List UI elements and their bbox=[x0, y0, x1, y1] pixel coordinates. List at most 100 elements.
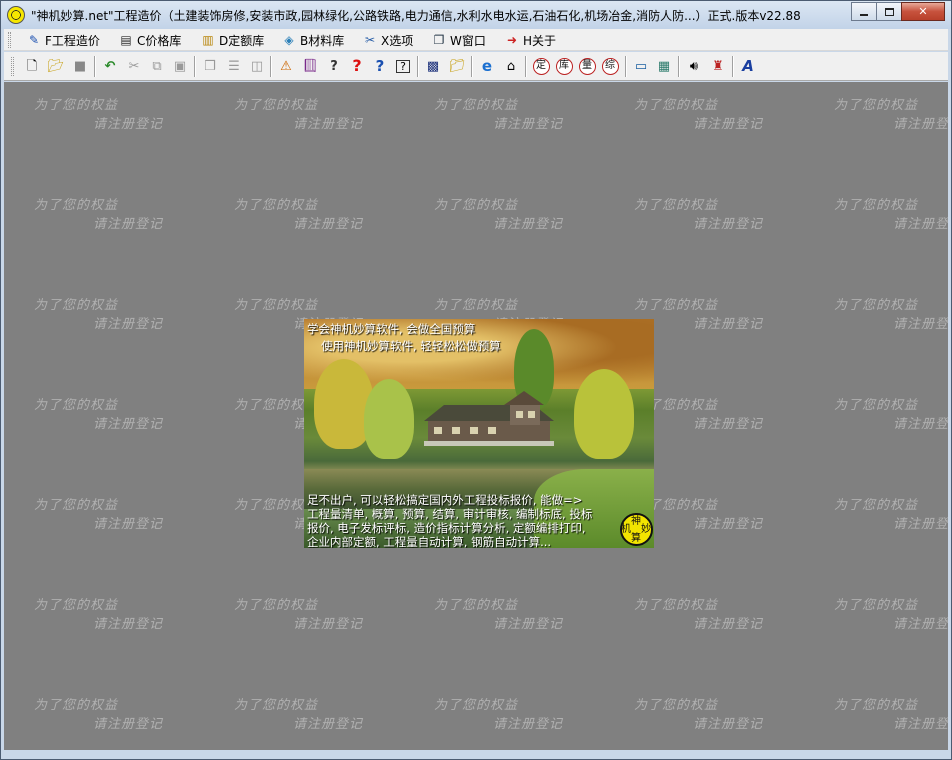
undo-button[interactable]: ↶ bbox=[100, 56, 120, 76]
window-controls: ✕ bbox=[851, 2, 945, 21]
close-icon: ✕ bbox=[918, 5, 928, 18]
red-question-icon: ? bbox=[352, 56, 362, 75]
minimize-button[interactable] bbox=[851, 2, 877, 21]
menu-window[interactable]: ❐ W窗口 bbox=[431, 30, 486, 50]
context-help-button[interactable]: ? bbox=[347, 56, 367, 76]
cascade-windows-button[interactable]: ❒ bbox=[200, 56, 220, 76]
watermark-line-1: 为了您的权益 bbox=[834, 98, 919, 113]
close-button[interactable]: ✕ bbox=[901, 2, 945, 21]
mdi-workspace: 为了您的权益 请注册登记 为了您的权益 请注册登记 为了您的权益 请注册登记 为了您的权益请… bbox=[4, 82, 948, 750]
minimize-icon bbox=[860, 13, 868, 16]
scissors-icon: ✂ bbox=[128, 58, 140, 74]
splash-image[interactable]: 学会神机妙算软件, 会做全国预算 使用神机妙算软件, 轻轻松松做预算 足不出户,… bbox=[304, 319, 654, 548]
watermark-line-2: 请注册登记 bbox=[93, 417, 164, 432]
paste-button[interactable]: ▣ bbox=[170, 56, 190, 76]
tile-horizontal-icon: ☰ bbox=[228, 58, 240, 74]
network-button[interactable]: ♜ bbox=[708, 56, 728, 76]
open-project-button[interactable]: 📁︎ bbox=[447, 56, 467, 76]
open-folder-icon: 📂︎ bbox=[47, 58, 65, 74]
open-folder-button[interactable]: 📂︎ bbox=[46, 56, 66, 76]
toolbar-grip[interactable] bbox=[11, 57, 14, 76]
quantity-button[interactable]: 量 bbox=[577, 56, 597, 76]
user-help-button[interactable]: ⚠ bbox=[276, 56, 296, 76]
maximize-icon bbox=[884, 7, 894, 16]
toolbar-separator bbox=[417, 56, 419, 77]
network-users-icon: ♜ bbox=[712, 58, 724, 74]
price-book-icon: ▤ bbox=[120, 33, 132, 47]
watermark-line-2: 请注册登记 bbox=[893, 517, 948, 532]
menu-project-cost[interactable]: ✎ F工程造价 bbox=[26, 30, 100, 50]
menu-label: C价格库 bbox=[137, 33, 182, 48]
menu-material-library[interactable]: ◈ B材料库 bbox=[281, 30, 344, 50]
calculator-icon: ▦ bbox=[657, 58, 671, 74]
tile-vertical-button[interactable]: ◫ bbox=[247, 56, 267, 76]
quota-button[interactable]: 定 bbox=[531, 56, 551, 76]
watermark-line-1: 为了您的权益 bbox=[34, 398, 119, 413]
summary-button[interactable]: 综 bbox=[600, 56, 620, 76]
library-button[interactable]: 库 bbox=[554, 56, 574, 76]
whats-this-button[interactable]: ? bbox=[370, 56, 390, 76]
internet-explorer-icon: e bbox=[481, 56, 493, 75]
watermark-line-2: 请注册登记 bbox=[93, 217, 164, 232]
watermark-line-1: 为了您的权益 bbox=[34, 698, 119, 713]
help-book-button[interactable]: 📕︎ bbox=[300, 56, 320, 76]
watermark-line-1: 为了您的权益 bbox=[234, 198, 319, 213]
title-bar[interactable]: "神机妙算.net"工程造价（土建装饰房修,安装市政,园林绿化,公路铁路,电力通… bbox=[1, 1, 951, 29]
watermark-line-1: 为了您的权益 bbox=[834, 598, 919, 613]
menu-label: H关于 bbox=[523, 33, 557, 48]
internet-button[interactable]: e bbox=[477, 56, 497, 76]
save-button[interactable]: ▩ bbox=[423, 56, 443, 76]
help-book-icon: 📕︎ bbox=[301, 58, 319, 74]
about-exit-icon: ➜ bbox=[506, 33, 518, 47]
watermark-line-2: 请注册登记 bbox=[293, 717, 364, 732]
menu-grip[interactable] bbox=[8, 32, 11, 48]
watermark-line-1: 为了您的权益 bbox=[34, 98, 119, 113]
undo-icon: ↶ bbox=[104, 58, 116, 74]
menu-about[interactable]: ➜ H关于 bbox=[504, 30, 556, 50]
menu-options[interactable]: ✂ X选项 bbox=[362, 30, 413, 50]
splash-headline-2: 使用神机妙算软件, 轻轻松松做预算 bbox=[321, 339, 501, 353]
watermark-line-1: 为了您的权益 bbox=[434, 598, 519, 613]
menu-quota-library[interactable]: ▥ D定额库 bbox=[200, 30, 264, 50]
logo-char: 机 bbox=[621, 524, 631, 535]
app-logo-icon[interactable] bbox=[7, 6, 25, 24]
tile-horizontal-button[interactable]: ☰ bbox=[224, 56, 244, 76]
watermark-line-2: 请注册登记 bbox=[693, 417, 764, 432]
watermark-line-2: 请注册登记 bbox=[93, 317, 164, 332]
summary-circle-icon: 综 bbox=[601, 57, 619, 75]
maximize-button[interactable] bbox=[876, 2, 902, 21]
speaker-icon: 🔊︎ bbox=[689, 58, 699, 74]
watermark-line-1: 为了您的权益 bbox=[834, 498, 919, 513]
splash-description: 足不出户, 可以轻松搞定国内外工程投标报价, 能做=> 工程量清单, 概算, 预… bbox=[307, 493, 593, 548]
home-button[interactable]: ⌂ bbox=[501, 56, 521, 76]
toolbar-separator bbox=[270, 56, 272, 77]
help-topics-button[interactable]: ? bbox=[393, 56, 413, 76]
copy-button[interactable]: ⧉ bbox=[147, 56, 167, 76]
watermark-line-1: 为了您的权益 bbox=[834, 398, 919, 413]
sound-button[interactable]: 🔊︎ bbox=[684, 56, 704, 76]
watermark-line-1: 为了您的权益 bbox=[634, 198, 719, 213]
menu-label: D定额库 bbox=[219, 33, 265, 48]
calculator-button[interactable]: ▦ bbox=[654, 56, 674, 76]
cut-button[interactable]: ✂ bbox=[124, 56, 144, 76]
watermark-line-2: 请注册登记 bbox=[893, 717, 948, 732]
watermark-line-2: 请注册登记 bbox=[293, 117, 364, 132]
about-button[interactable]: A bbox=[738, 56, 758, 76]
new-file-button[interactable]: 🗋 bbox=[22, 56, 42, 76]
toolbar-separator bbox=[194, 56, 196, 77]
house-illustration bbox=[424, 391, 554, 446]
watermark-line-1: 为了您的权益 bbox=[634, 598, 719, 613]
watermark-line-1: 为了您的权益 bbox=[434, 198, 519, 213]
menu-price-library[interactable]: ▤ C价格库 bbox=[118, 30, 181, 50]
stop-square-icon: ■ bbox=[73, 58, 87, 74]
watermark-line-2: 请注册登记 bbox=[493, 717, 564, 732]
keyboard-button[interactable]: ▭ bbox=[631, 56, 651, 76]
tree-shape bbox=[364, 379, 414, 459]
watermark-line-2: 请注册登记 bbox=[293, 217, 364, 232]
menu-label: B材料库 bbox=[300, 33, 345, 48]
help-button[interactable]: ? bbox=[324, 56, 344, 76]
stop-button[interactable]: ■ bbox=[70, 56, 90, 76]
watermark-line-1: 为了您的权益 bbox=[234, 298, 319, 313]
menu-bar: ✎ F工程造价 ▤ C价格库 ▥ D定额库 ◈ B材料库 ✂ X选项 ❐ W窗口… bbox=[4, 29, 948, 51]
toolbar: 🗋 📂︎ ■ ↶ ✂ ⧉ ▣ ❒ ☰ ◫ ⚠ 📕︎ ? ? ? ? ▩ 📁︎ e… bbox=[4, 52, 948, 81]
